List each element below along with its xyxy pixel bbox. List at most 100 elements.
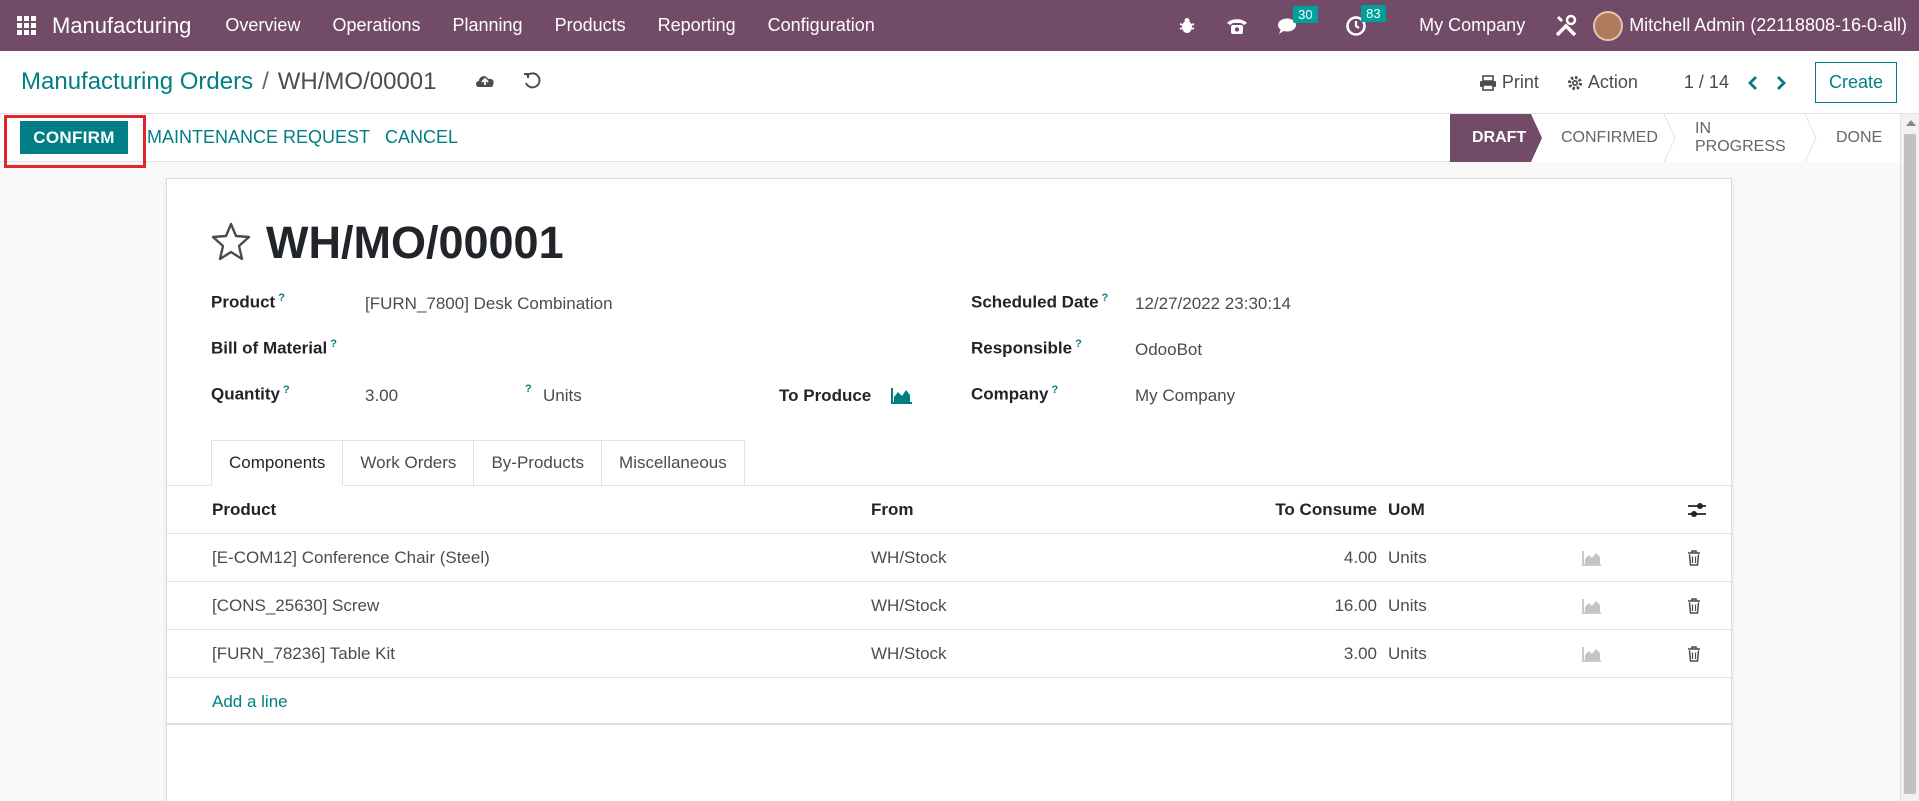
scroll-thumb[interactable] — [1904, 134, 1916, 794]
row-product: [E-COM12] Conference Chair (Steel) — [212, 548, 490, 567]
stage-confirmed[interactable]: CONFIRMED — [1531, 114, 1676, 162]
create-button[interactable]: Create — [1814, 62, 1897, 103]
stage-confirmed-label: CONFIRMED — [1561, 129, 1658, 146]
row-from: WH/Stock — [871, 596, 947, 615]
menu-reporting[interactable]: Reporting — [642, 15, 752, 36]
discard-undo-icon[interactable] — [522, 71, 542, 96]
cancel-button[interactable]: CANCEL — [385, 121, 458, 154]
column-header-to-consume[interactable]: To Consume — [1167, 486, 1377, 534]
scheduled-date-label: Scheduled Date? — [971, 292, 1108, 313]
menu-overview[interactable]: Overview — [209, 15, 316, 36]
row-to-consume: 16.00 — [1334, 596, 1377, 615]
menu-planning[interactable]: Planning — [437, 15, 539, 36]
row-delete-trash-icon[interactable] — [1687, 630, 1701, 678]
stage-done-label: DONE — [1836, 129, 1883, 146]
apps-menu-icon[interactable] — [0, 0, 52, 51]
quantity-uom-field[interactable]: Units — [543, 386, 582, 406]
stage-draft-label: DRAFT — [1472, 129, 1527, 146]
product-help-icon[interactable]: ? — [278, 292, 285, 304]
row-uom: Units — [1388, 548, 1427, 567]
quantity-help-icon[interactable]: ? — [283, 384, 290, 396]
save-cloud-icon[interactable] — [474, 71, 496, 96]
responsible-field[interactable]: OdooBot — [1135, 340, 1202, 360]
row-from: WH/Stock — [871, 548, 947, 567]
row-delete-trash-icon[interactable] — [1687, 582, 1701, 630]
row-from: WH/Stock — [871, 644, 947, 663]
responsible-help-icon[interactable]: ? — [1075, 338, 1082, 350]
row-product: [FURN_78236] Table Kit — [212, 644, 396, 663]
row-delete-trash-icon[interactable] — [1687, 534, 1701, 582]
bom-label-text: Bill of Material — [211, 338, 328, 358]
control-panel: Manufacturing Orders / WH/MO/00001 Print… — [0, 51, 1919, 114]
stage-draft[interactable]: DRAFT — [1450, 114, 1542, 162]
settings-tools-icon[interactable] — [1553, 13, 1579, 39]
row-forecast-graph-icon[interactable] — [1582, 534, 1602, 582]
stage-in-progress-label: IN PROGRESS — [1695, 120, 1786, 155]
scheduled-date-help-icon[interactable]: ? — [1102, 292, 1109, 304]
notebook-tabs: Components Work Orders By-Products Misce… — [211, 440, 745, 486]
action-button[interactable]: Action — [1567, 72, 1638, 93]
scroll-up-arrow-icon[interactable] — [1906, 120, 1916, 126]
quantity-label-text: Quantity — [211, 384, 280, 404]
company-field[interactable]: My Company — [1135, 386, 1235, 406]
column-header-product[interactable]: Product — [212, 486, 276, 534]
app-name[interactable]: Manufacturing — [52, 13, 191, 39]
pager-previous-icon[interactable] — [1747, 75, 1759, 91]
column-header-from[interactable]: From — [871, 486, 914, 534]
phone-icon[interactable] — [1225, 16, 1249, 36]
row-forecast-graph-icon[interactable] — [1582, 582, 1602, 630]
tab-components[interactable]: Components — [211, 440, 344, 486]
stage-arrow — [1805, 114, 1817, 162]
scheduled-date-field[interactable]: 12/27/2022 23:30:14 — [1135, 294, 1291, 314]
maintenance-request-button[interactable]: MAINTENANCE REQUEST — [147, 121, 370, 154]
page-scrollbar[interactable] — [1900, 114, 1919, 801]
row-to-consume: 3.00 — [1343, 644, 1377, 663]
responsible-label: Responsible? — [971, 338, 1082, 359]
bom-label: Bill of Material? — [211, 338, 337, 359]
uom-help-icon[interactable]: ? — [525, 383, 532, 395]
bom-field[interactable] — [365, 338, 765, 360]
tab-by-products[interactable]: By-Products — [474, 440, 603, 486]
menu-configuration[interactable]: Configuration — [752, 15, 891, 36]
bom-help-icon[interactable]: ? — [330, 338, 337, 350]
optional-columns-toggle-icon[interactable] — [1687, 486, 1707, 534]
row-to-consume: 4.00 — [1343, 548, 1377, 567]
table-row[interactable]: [CONS_25630] Screw WH/Stock 16.00 Units — [167, 582, 1733, 630]
tab-work-orders[interactable]: Work Orders — [343, 440, 475, 486]
menu-products[interactable]: Products — [539, 15, 642, 36]
stage-done[interactable]: DONE — [1806, 114, 1900, 162]
product-field[interactable]: [FURN_7800] Desk Combination — [365, 294, 613, 314]
user-avatar[interactable] — [1593, 10, 1624, 41]
row-product: [CONS_25630] Screw — [212, 596, 380, 615]
row-forecast-graph-icon[interactable] — [1582, 630, 1602, 678]
user-menu[interactable]: Mitchell Admin (22118808-16-0-all) — [1629, 15, 1907, 36]
product-label-text: Product — [211, 292, 276, 312]
print-button[interactable]: Print — [1479, 72, 1539, 93]
table-bottom-divider — [167, 723, 1733, 725]
pager-value[interactable]: 1 / 14 — [1684, 72, 1729, 93]
menu-operations[interactable]: Operations — [316, 15, 436, 36]
table-row[interactable]: [FURN_78236] Table Kit WH/Stock 3.00 Uni… — [167, 630, 1733, 678]
print-label: Print — [1501, 72, 1539, 92]
favorite-star-icon[interactable] — [210, 221, 252, 266]
to-produce-label: To Produce — [779, 386, 872, 405]
table-row[interactable]: [E-COM12] Conference Chair (Steel) WH/St… — [167, 534, 1733, 582]
confirm-button[interactable]: CONFIRM — [20, 121, 128, 154]
quantity-field[interactable]: 3.00 — [365, 386, 398, 406]
add-a-line-link[interactable]: Add a line — [212, 678, 288, 726]
tab-miscellaneous[interactable]: Miscellaneous — [602, 440, 745, 486]
breadcrumb-current: WH/MO/00001 — [277, 68, 437, 95]
activities-clock-icon[interactable]: 83 — [1345, 4, 1386, 37]
messages-icon[interactable]: 30 — [1277, 5, 1318, 36]
column-header-uom[interactable]: UoM — [1388, 486, 1425, 534]
action-label: Action — [1587, 72, 1638, 92]
messages-badge: 30 — [1293, 5, 1318, 23]
product-label: Product? — [211, 292, 285, 313]
debug-bug-icon[interactable] — [1177, 16, 1197, 36]
stage-in-progress[interactable]: IN PROGRESS — [1665, 114, 1817, 162]
forecast-graph-icon[interactable] — [891, 387, 913, 410]
pager-next-icon[interactable] — [1775, 75, 1787, 91]
company-help-icon[interactable]: ? — [1051, 384, 1058, 396]
breadcrumb-parent-link[interactable]: Manufacturing Orders — [21, 68, 253, 96]
company-switcher[interactable]: My Company — [1419, 15, 1525, 36]
